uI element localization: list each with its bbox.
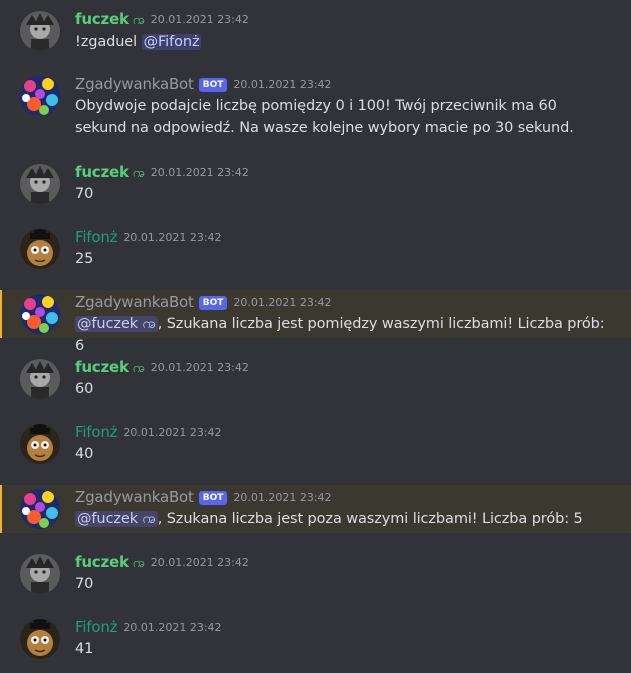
message-header: Fifonż 20.01.2021 23:42 xyxy=(75,617,222,637)
username[interactable]: Fifonż xyxy=(75,228,118,246)
message-header: Fifonż 20.01.2021 23:42 xyxy=(75,422,222,442)
message-text: , Szukana liczba jest poza waszymi liczb… xyxy=(157,511,583,527)
timestamp: 20.01.2021 23:42 xyxy=(233,491,332,504)
message-fifonz[interactable]: Fifonż 20.01.2021 23:42 40 xyxy=(0,413,631,478)
message-bot-mention[interactable]: ZgadywankaBot BOT 20.01.2021 23:42 @fuczek… xyxy=(0,290,631,354)
message-header: ZgadywankaBot BOT 20.01.2021 23:42 xyxy=(75,487,332,507)
message-text: 70 xyxy=(75,576,94,592)
mention[interactable]: @fuczek ꩠ xyxy=(75,511,158,527)
clover-icon: ꩠ xyxy=(132,361,145,376)
username[interactable]: fuczek xyxy=(75,10,129,28)
clover-icon: ꩠ xyxy=(132,13,145,28)
user-avatar[interactable] xyxy=(20,619,60,659)
user-avatar[interactable] xyxy=(20,229,60,269)
user-avatar[interactable] xyxy=(20,424,60,464)
bot-avatar[interactable] xyxy=(20,489,60,529)
message-fifonz[interactable]: Fifonż 20.01.2021 23:42 25 xyxy=(0,218,631,283)
timestamp: 20.01.2021 23:42 xyxy=(150,13,249,26)
message-fuczek[interactable]: fuczek ꩠ 20.01.2021 23:42 60 xyxy=(0,348,631,413)
message-text: !zgaduel xyxy=(75,34,142,50)
username[interactable]: Fifonż xyxy=(75,423,118,441)
bot-avatar[interactable] xyxy=(20,294,60,334)
message-text: 60 xyxy=(75,381,94,397)
timestamp: 20.01.2021 23:42 xyxy=(123,231,222,244)
username[interactable]: fuczek xyxy=(75,163,129,181)
message-content: Obydwoje podajcie liczbę pomiędzy 0 i 10… xyxy=(75,95,611,139)
user-avatar[interactable] xyxy=(20,11,60,51)
user-avatar[interactable] xyxy=(20,164,60,204)
message-content: 60 xyxy=(75,378,611,400)
timestamp: 20.01.2021 23:42 xyxy=(233,78,332,91)
message-header: Fifonż 20.01.2021 23:42 xyxy=(75,227,222,247)
chat-log: fuczek ꩠ 20.01.2021 23:42 !zgaduel @Fifonż… xyxy=(0,0,631,673)
timestamp: 20.01.2021 23:42 xyxy=(233,296,332,309)
mention-highlight-bar xyxy=(0,485,2,533)
timestamp: 20.01.2021 23:42 xyxy=(123,621,222,634)
timestamp: 20.01.2021 23:42 xyxy=(150,361,249,374)
mention[interactable]: @fuczek ꩠ xyxy=(75,316,158,332)
message-header: fuczek ꩠ 20.01.2021 23:42 xyxy=(75,9,249,29)
user-avatar[interactable] xyxy=(20,554,60,594)
message-header: fuczek ꩠ 20.01.2021 23:42 xyxy=(75,162,249,182)
bot-username[interactable]: ZgadywankaBot xyxy=(75,75,194,93)
message-header: ZgadywankaBot BOT 20.01.2021 23:42 xyxy=(75,74,332,94)
timestamp: 20.01.2021 23:42 xyxy=(123,426,222,439)
message-content: 40 xyxy=(75,443,611,465)
message-header: fuczek ꩠ 20.01.2021 23:42 xyxy=(75,357,249,377)
message-content: 70 xyxy=(75,183,611,205)
bot-username[interactable]: ZgadywankaBot xyxy=(75,293,194,311)
message-content: 70 xyxy=(75,573,611,595)
timestamp: 20.01.2021 23:42 xyxy=(150,166,249,179)
message-text: 70 xyxy=(75,186,94,202)
clover-icon: ꩠ xyxy=(132,556,145,571)
timestamp: 20.01.2021 23:42 xyxy=(150,556,249,569)
bot-avatar[interactable] xyxy=(20,76,60,116)
message-text: Obydwoje podajcie liczbę pomiędzy 0 i 10… xyxy=(75,98,574,136)
message-content: !zgaduel @Fifonż xyxy=(75,31,611,53)
message-content: 41 xyxy=(75,638,611,660)
message-fuczek[interactable]: fuczek ꩠ 20.01.2021 23:42 !zgaduel @Fifonż xyxy=(0,0,631,65)
message-fuczek[interactable]: fuczek ꩠ 20.01.2021 23:42 70 xyxy=(0,543,631,608)
user-avatar[interactable] xyxy=(20,359,60,399)
mention[interactable]: @Fifonż xyxy=(141,34,202,50)
message-text: 40 xyxy=(75,446,94,462)
message-text: 41 xyxy=(75,641,94,657)
message-fuczek[interactable]: fuczek ꩠ 20.01.2021 23:42 70 xyxy=(0,153,631,218)
message-bot[interactable]: ZgadywankaBot BOT 20.01.2021 23:42 Obydwoj… xyxy=(0,65,631,153)
bot-tag: BOT xyxy=(198,78,228,92)
bot-tag: BOT xyxy=(198,296,228,310)
message-fifonz[interactable]: Fifonż 20.01.2021 23:42 41 xyxy=(0,608,631,673)
mention-highlight-bar xyxy=(0,290,2,338)
username[interactable]: fuczek xyxy=(75,553,129,571)
bot-tag: BOT xyxy=(198,491,228,505)
clover-icon: ꩠ xyxy=(132,166,145,181)
message-bot-mention[interactable]: ZgadywankaBot BOT 20.01.2021 23:42 @fuczek… xyxy=(0,485,631,533)
message-header: fuczek ꩠ 20.01.2021 23:42 xyxy=(75,552,249,572)
username[interactable]: fuczek xyxy=(75,358,129,376)
message-header: ZgadywankaBot BOT 20.01.2021 23:42 xyxy=(75,292,332,312)
message-content: @fuczek ꩠ, Szukana liczba jest poza wasz… xyxy=(75,508,611,530)
message-text: 25 xyxy=(75,251,94,267)
bot-username[interactable]: ZgadywankaBot xyxy=(75,488,194,506)
message-content: 25 xyxy=(75,248,611,270)
username[interactable]: Fifonż xyxy=(75,618,118,636)
